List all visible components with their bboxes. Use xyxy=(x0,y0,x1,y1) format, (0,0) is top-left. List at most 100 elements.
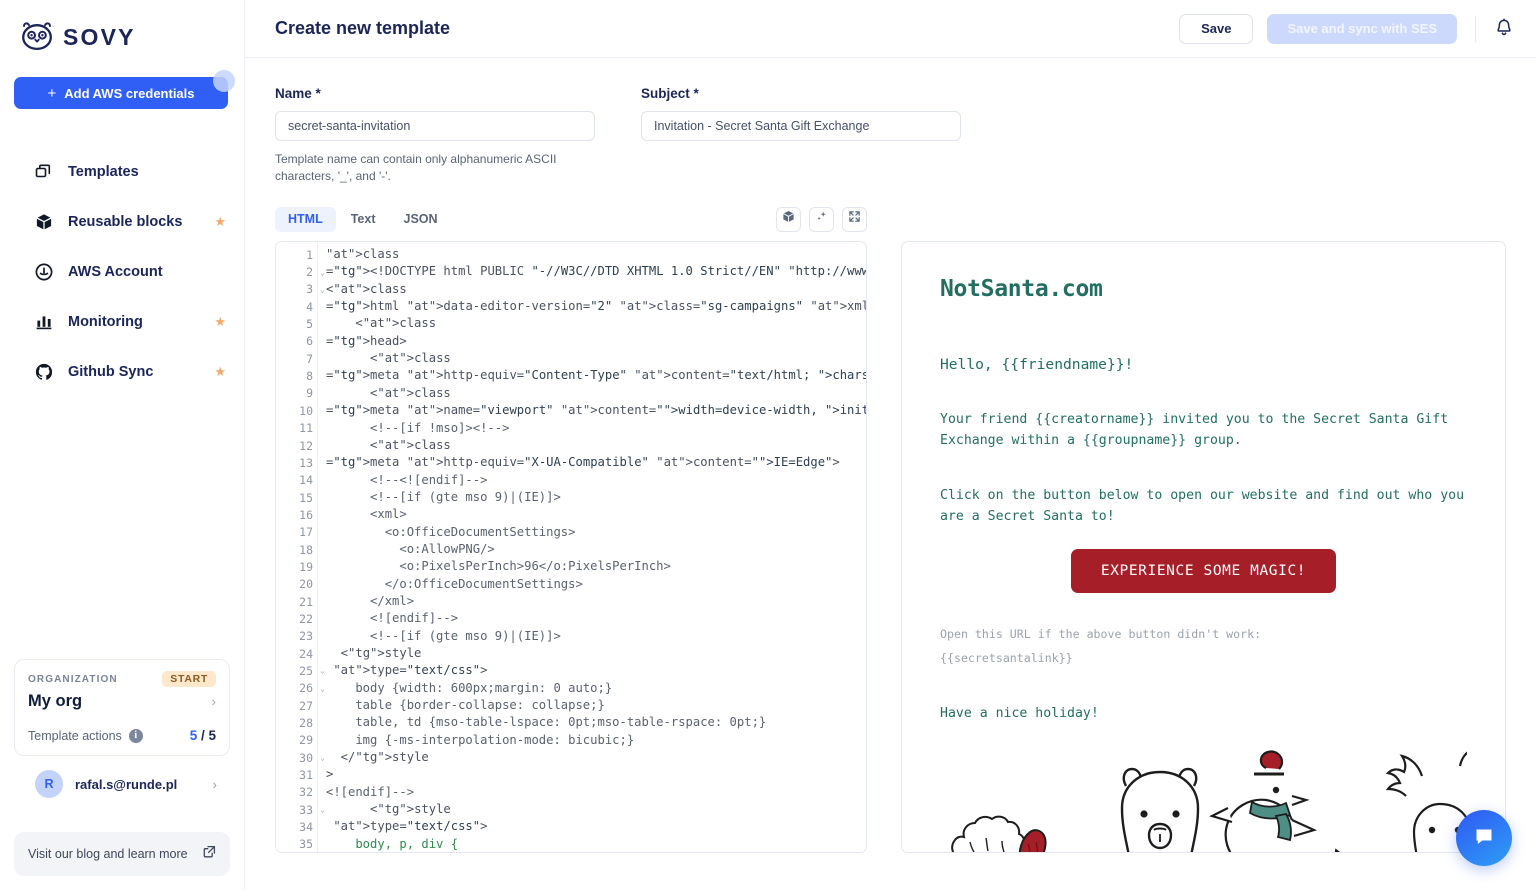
chevron-down-icon[interactable]: ⌄ xyxy=(320,753,325,762)
chevron-down-icon[interactable]: ⌄ xyxy=(320,285,325,294)
email-fallback-link[interactable]: {{secretsantalink}} xyxy=(940,647,1467,669)
email-body-paragraph-2: Click on the button below to open our we… xyxy=(940,485,1467,527)
code-line: <o:OfficeDocumentSettings> xyxy=(326,524,866,541)
line-number: 12 xyxy=(276,437,317,454)
save-and-sync-button[interactable]: Save and sync with SES xyxy=(1267,14,1457,44)
notification-pulse-badge[interactable] xyxy=(213,70,235,92)
code-line: <![endif]--> xyxy=(326,784,866,801)
code-line: <"tg">style xyxy=(326,801,866,818)
line-number: 16 xyxy=(276,506,317,523)
insert-block-button[interactable] xyxy=(776,207,801,232)
sidebar-item-aws-account[interactable]: AWS Account xyxy=(0,247,244,297)
expand-icon xyxy=(848,210,861,228)
code-line: table {border-collapse: collapse;} xyxy=(326,697,866,714)
line-number: 34 xyxy=(276,818,317,835)
email-title: NotSanta.com xyxy=(940,276,1467,302)
plan-badge: START xyxy=(162,671,216,687)
star-icon: ★ xyxy=(214,364,226,380)
add-aws-credentials-label: Add AWS credentials xyxy=(64,86,194,101)
code-line: table, td {mso-table-lspace: 0pt;mso-tab… xyxy=(326,714,866,731)
subject-input[interactable] xyxy=(641,111,961,141)
code-line: <!--[if (gte mso 9)|(IE)]> xyxy=(326,628,866,645)
sidebar-item-github-sync[interactable]: Github Sync ★ xyxy=(0,347,244,397)
blog-link[interactable]: Visit our blog and learn more xyxy=(14,832,230,876)
line-number: 4 xyxy=(276,298,317,315)
sidebar-item-reusable-blocks[interactable]: Reusable blocks ★ xyxy=(0,197,244,247)
brand-logo[interactable]: SOVY xyxy=(0,0,244,58)
chevron-down-icon[interactable]: ⌄ xyxy=(320,684,325,693)
subject-field-group: Subject * xyxy=(641,86,961,185)
line-number: 21 xyxy=(276,593,317,610)
organization-name: My org xyxy=(28,692,82,711)
template-actions-count: 5 / 5 xyxy=(190,728,216,743)
editor-tabs: HTML Text JSON xyxy=(275,207,451,232)
editor-zone: HTML Text JSON xyxy=(245,201,1536,853)
line-number: 29 xyxy=(276,732,317,749)
line-number: 7 xyxy=(276,350,317,367)
line-number: 1 xyxy=(276,246,317,263)
code-line: <!--[if (gte mso 9)|(IE)]> xyxy=(326,489,866,506)
line-number: 9 xyxy=(276,385,317,402)
sidebar-item-templates[interactable]: Templates xyxy=(0,147,244,197)
line-number: 23 xyxy=(276,628,317,645)
cube-icon xyxy=(782,210,795,228)
toolbar-divider xyxy=(1475,16,1476,42)
name-hint: Template name can contain only alphanume… xyxy=(275,151,561,185)
tab-text[interactable]: Text xyxy=(338,207,389,232)
info-icon[interactable]: i xyxy=(129,729,143,743)
template-actions-row: Template actions i 5 / 5 xyxy=(28,728,216,743)
code-editor[interactable]: 12⌄3⌄45678910111213141516171819202122232… xyxy=(275,241,867,853)
organization-label: ORGANIZATION xyxy=(28,674,118,685)
tab-json[interactable]: JSON xyxy=(391,207,451,232)
star-icon: ★ xyxy=(214,314,226,330)
code-line: <o:AllowPNG/> xyxy=(326,541,866,558)
template-actions-separator: / xyxy=(197,728,208,743)
code-line: <"at">class xyxy=(326,315,866,332)
line-number: 27 xyxy=(276,697,317,714)
name-input[interactable] xyxy=(275,111,595,141)
tab-html[interactable]: HTML xyxy=(275,207,336,232)
sparkles-icon xyxy=(815,210,828,228)
code-line: <o:PixelsPerInch>96</o:PixelsPerInch> xyxy=(326,558,866,575)
email-cta-button[interactable]: EXPERIENCE SOME MAGIC! xyxy=(1071,549,1336,593)
ai-assist-button[interactable] xyxy=(809,207,834,232)
aws-credentials-wrap: + Add AWS credentials xyxy=(0,58,244,109)
chevron-right-icon: › xyxy=(213,777,217,792)
sidebar-item-label: Templates xyxy=(68,164,226,180)
christmas-animals-illustration xyxy=(940,746,1467,853)
code-content[interactable]: "at">class="tg"><!DOCTYPE html PUBLIC "-… xyxy=(318,242,866,852)
line-number: 18 xyxy=(276,541,317,558)
code-line: <!--[if !mso]><!--> xyxy=(326,420,866,437)
email-fallback-label: Open this URL if the above button didn't… xyxy=(940,623,1467,645)
user-account-row[interactable]: R rafal.s@runde.pl › xyxy=(14,756,230,798)
save-button[interactable]: Save xyxy=(1179,14,1253,44)
code-line: <"at">class xyxy=(326,437,866,454)
line-number: 14 xyxy=(276,472,317,489)
sidebar-item-monitoring[interactable]: Monitoring ★ xyxy=(0,297,244,347)
sidebar-item-label: Reusable blocks xyxy=(68,214,199,230)
external-link-icon xyxy=(203,845,216,863)
code-line: body {width: 600px;margin: 0 auto;} xyxy=(326,680,866,697)
add-aws-credentials-button[interactable]: + Add AWS credentials xyxy=(14,77,228,109)
chevron-down-icon[interactable]: ⌄ xyxy=(320,268,325,277)
template-actions-label: Template actions xyxy=(28,729,122,743)
organization-header: ORGANIZATION START xyxy=(28,671,216,687)
chat-widget-button[interactable] xyxy=(1456,810,1512,866)
fullscreen-button[interactable] xyxy=(842,207,867,232)
code-line: <!--<![endif]--> xyxy=(326,472,866,489)
aws-account-icon xyxy=(34,263,53,282)
chevron-down-icon[interactable]: ⌄ xyxy=(320,805,325,814)
code-line: </"tg">style xyxy=(326,749,866,766)
sidebar-nav: Templates Reusable blocks ★ xyxy=(0,147,244,397)
line-number: 6 xyxy=(276,333,317,350)
editor-tabs-row: HTML Text JSON xyxy=(275,201,867,237)
page-title: Create new template xyxy=(275,18,1165,39)
sidebar-item-label: Github Sync xyxy=(68,364,199,380)
code-line: "at">class xyxy=(326,246,866,263)
chevron-down-icon[interactable]: ⌄ xyxy=(320,666,325,675)
bell-icon[interactable] xyxy=(1494,18,1516,40)
email-cta-wrap: EXPERIENCE SOME MAGIC! xyxy=(940,549,1467,593)
organization-switcher[interactable]: My org › xyxy=(28,692,216,711)
editor-column: HTML Text JSON xyxy=(275,201,867,853)
sidebar-item-label: Monitoring xyxy=(68,314,199,330)
